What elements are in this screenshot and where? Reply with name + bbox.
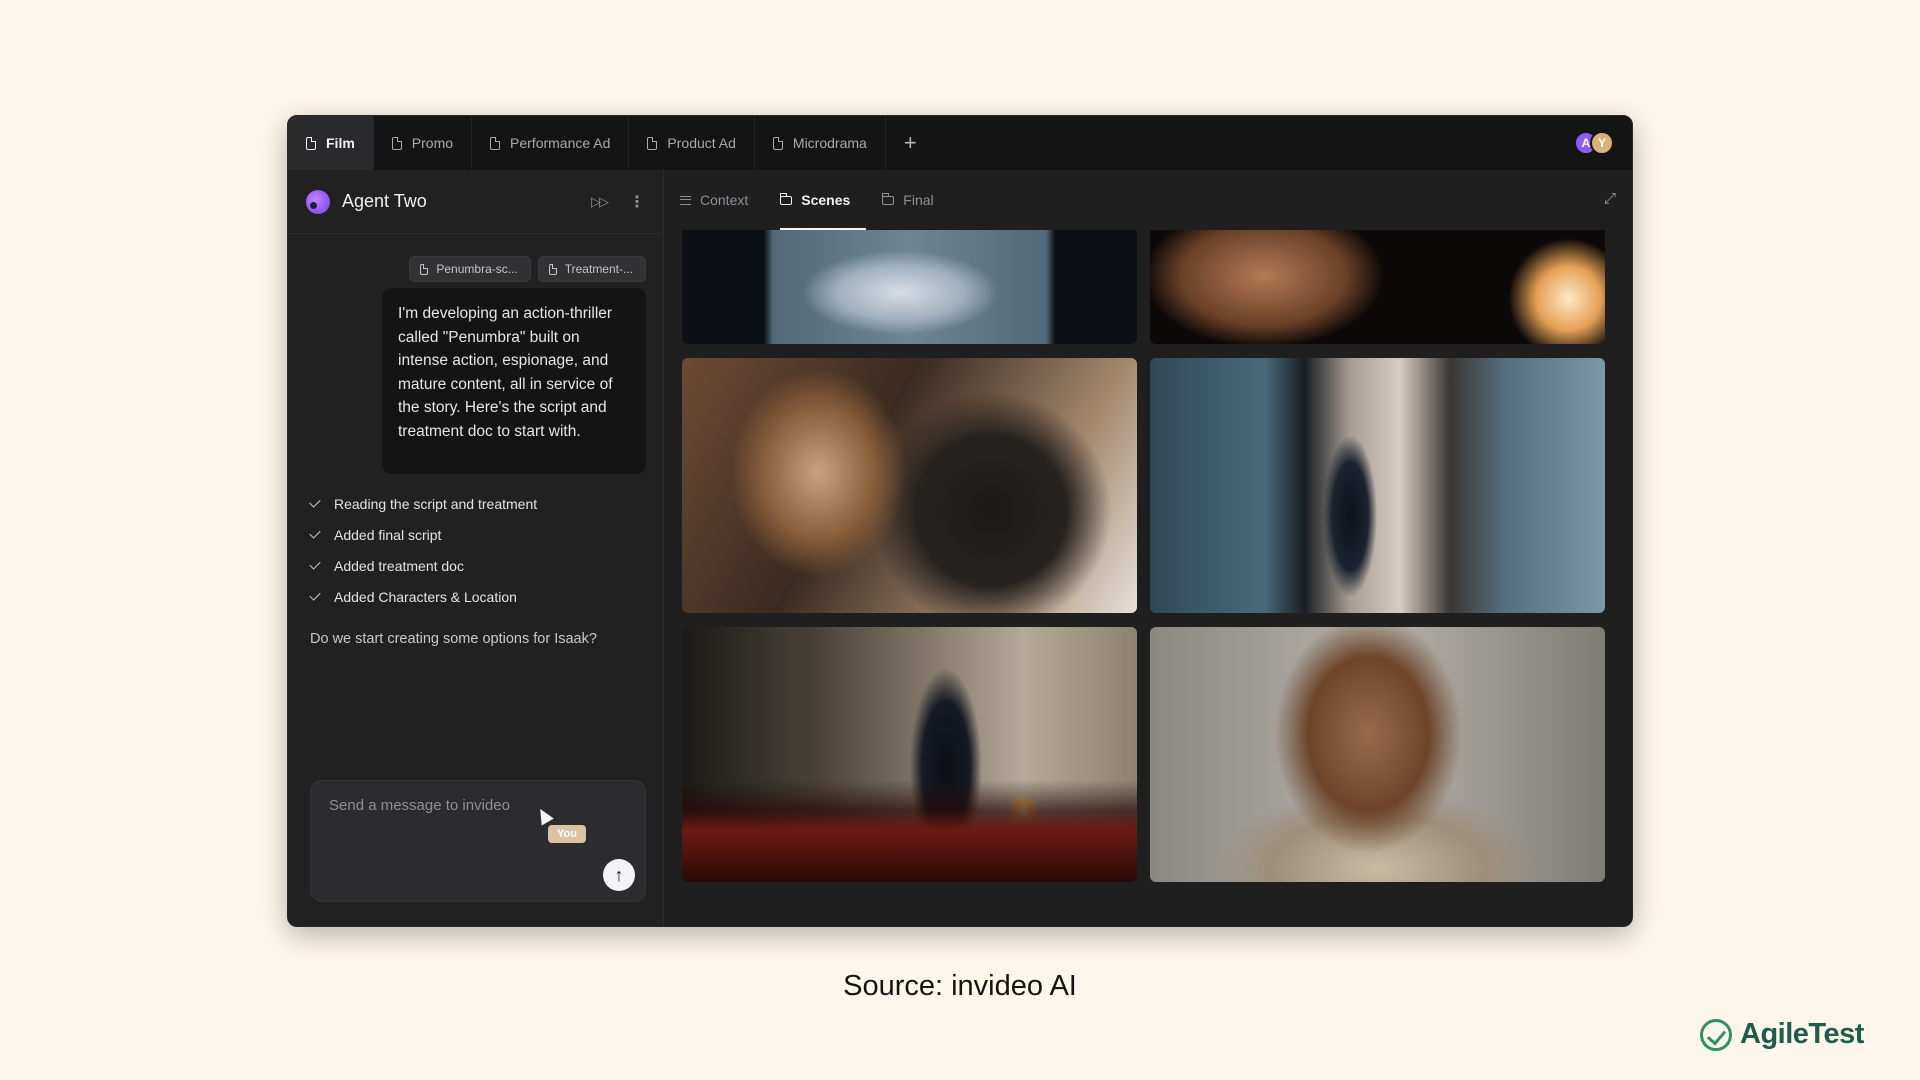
step-item: Added final script <box>309 519 537 550</box>
collaborator-avatars: A Y <box>1574 131 1614 155</box>
tab-context[interactable]: Context <box>680 170 764 230</box>
send-button[interactable]: ↑ <box>603 859 635 891</box>
brand-name: AgileTest <box>1740 1018 1864 1050</box>
step-label: Added Characters & Location <box>334 588 517 605</box>
message-input[interactable] <box>329 797 569 814</box>
document-icon <box>391 136 402 150</box>
user-message-bubble: I'm developing an action-thriller called… <box>382 288 646 474</box>
folder-icon <box>882 192 895 205</box>
tab-bar: Film Promo Performance Ad Product Ad Mic… <box>288 116 1632 170</box>
document-icon <box>306 136 316 150</box>
document-icon <box>647 136 658 150</box>
scene-thumbnail[interactable] <box>682 230 1137 344</box>
more-vertical-icon[interactable]: ⋮ <box>629 192 645 212</box>
arrow-up-icon: ↑ <box>614 864 624 885</box>
folder-icon <box>780 192 793 205</box>
attachment-label: Penumbra-sc... <box>436 262 518 276</box>
subtab-label: Scenes <box>801 192 851 208</box>
check-icon <box>309 589 321 601</box>
tab-label: Performance Ad <box>510 135 611 151</box>
tab-product-ad[interactable]: Product Ad <box>629 116 755 170</box>
attachment-list: Penumbra-sc... Treatment-... <box>409 256 646 282</box>
tab-performance-ad[interactable]: Performance Ad <box>472 116 630 170</box>
workspace-panel: Context Scenes Final ⤢ <box>664 170 1632 926</box>
step-item: Added treatment doc <box>309 550 537 581</box>
attachment-chip[interactable]: Treatment-... <box>537 256 646 282</box>
document-icon <box>772 136 783 150</box>
tab-label: Film <box>326 135 355 151</box>
workspace-tabs: Context Scenes Final ⤢ <box>664 170 1632 230</box>
attachment-label: Treatment-... <box>564 262 633 276</box>
agent-panel: Agent Two ▷▷ ⋮ Penumbra-sc... Treatment-… <box>288 170 664 926</box>
step-item: Reading the script and treatment <box>309 488 538 519</box>
scene-thumbnail[interactable] <box>1150 358 1605 613</box>
brand-logo: AgileTest <box>1700 1018 1864 1051</box>
scene-thumbnail[interactable] <box>1150 230 1605 344</box>
agent-logo-icon <box>306 189 330 214</box>
document-icon <box>548 263 557 275</box>
check-icon <box>309 496 321 508</box>
app-window: Film Promo Performance Ad Product Ad Mic… <box>287 115 1633 927</box>
expand-icon[interactable]: ⤢ <box>1604 190 1616 207</box>
agent-question: Do we start creating some options for Is… <box>310 631 597 647</box>
tab-microdrama[interactable]: Microdrama <box>755 116 886 170</box>
tab-final[interactable]: Final <box>882 170 949 230</box>
cursor-label: You <box>548 825 586 843</box>
attachment-chip[interactable]: Penumbra-sc... <box>409 256 531 282</box>
step-label: Added final script <box>334 526 442 543</box>
agent-header: Agent Two ▷▷ ⋮ <box>288 170 663 234</box>
tab-label: Microdrama <box>792 135 867 151</box>
tab-film[interactable]: Film <box>288 116 374 170</box>
check-circle-icon <box>1700 1018 1732 1051</box>
tab-scenes[interactable]: Scenes <box>780 170 867 230</box>
scene-thumbnail[interactable] <box>1150 627 1605 882</box>
tab-label: Product Ad <box>667 135 736 151</box>
agent-name: Agent Two <box>342 191 427 211</box>
check-icon <box>309 527 321 539</box>
scene-thumbnail[interactable] <box>682 358 1137 613</box>
tab-label: Promo <box>411 135 454 151</box>
subtab-label: Context <box>700 192 749 208</box>
lines-icon <box>680 195 691 205</box>
source-caption: Source: invideo AI <box>843 970 1077 1002</box>
scene-thumbnail[interactable] <box>682 627 1137 882</box>
agent-steps-list: Reading the script and treatment Added f… <box>309 488 538 612</box>
check-icon <box>309 558 321 570</box>
message-composer: You ↑ <box>310 780 646 902</box>
add-tab-button[interactable]: + <box>886 116 935 170</box>
step-item: Added Characters & Location <box>309 581 537 612</box>
subtab-label: Final <box>903 192 934 208</box>
step-label: Added treatment doc <box>334 557 464 574</box>
fast-forward-icon[interactable]: ▷▷ <box>591 194 609 210</box>
avatar[interactable]: Y <box>1590 131 1614 155</box>
document-icon <box>490 136 501 150</box>
scenes-grid <box>682 230 1612 916</box>
tab-promo[interactable]: Promo <box>374 116 473 170</box>
document-icon <box>420 263 429 275</box>
step-label: Reading the script and treatment <box>334 495 538 512</box>
